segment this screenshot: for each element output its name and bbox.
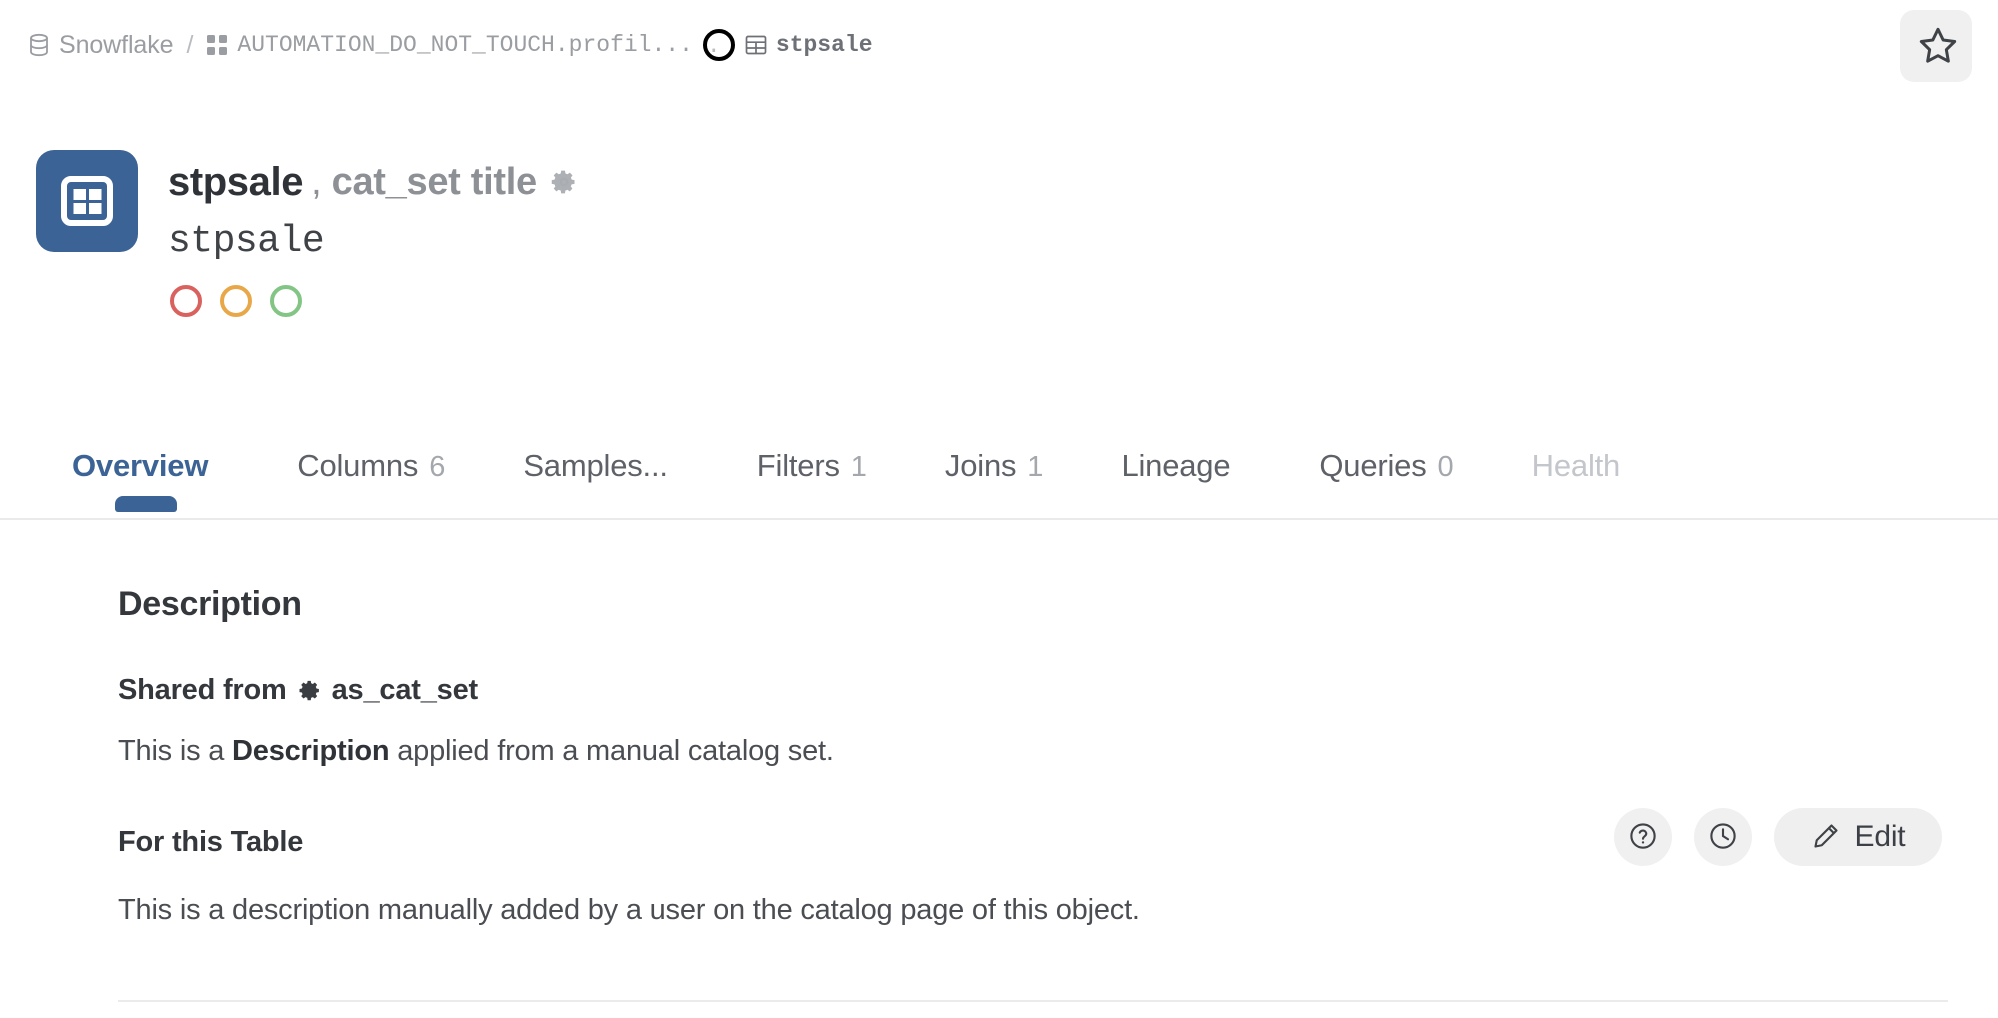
schema-grid-icon [206,34,228,56]
catalog-object-page: Snowflake / AUTOMATION_DO_NOT_TOUCH.prof… [0,0,1998,1018]
tab-overview[interactable]: Overview [72,430,219,512]
edit-button[interactable]: Edit [1774,808,1942,866]
tab-overview-label: Overview [72,448,209,483]
for-this-table-text: This is a description manually added by … [118,894,1140,926]
object-alias: cat_set title [331,160,538,203]
tab-samples[interactable]: Samples... [523,430,678,484]
tab-bar: Overview Columns 6 Samples... Filters 1 … [0,430,1998,520]
object-header: stpsale , cat_set title stpsale [36,150,578,317]
tab-columns-label: Columns [297,448,419,483]
object-type-icon [36,150,138,252]
pencil-icon [1811,821,1841,854]
breadcrumb-item-table[interactable]: stpsale [745,32,873,58]
question-circle-icon [1628,821,1658,854]
breadcrumb-separator: / [186,30,194,59]
shared-description-text: This is a Description applied from a man… [118,735,1998,768]
history-button[interactable] [1694,808,1752,866]
tab-columns-count: 6 [429,451,446,483]
tab-joins[interactable]: Joins 1 [945,430,1044,484]
tab-lineage-label: Lineage [1121,448,1231,483]
edit-button-label: Edit [1854,820,1906,853]
object-qualified-name: stpsale [168,220,325,263]
status-dots [170,285,578,317]
active-tab-indicator [114,496,177,512]
object-title: stpsale [168,159,304,204]
tab-health[interactable]: Health [1532,430,1631,484]
shared-text-part-2: applied from a manual catalog set. [389,735,834,767]
breadcrumb-label-table: stpsale [775,32,873,58]
tab-queries-label: Queries [1319,448,1427,483]
tab-filters-label: Filters [756,448,840,483]
section-divider [118,1000,1948,1002]
tab-filters-count: 1 [850,451,867,483]
description-actions: Edit [1614,808,1942,866]
shared-text-bold: Description [232,735,390,767]
favorite-button[interactable] [1900,10,1972,82]
tab-queries[interactable]: Queries 0 [1319,430,1453,484]
gear-icon [297,678,322,703]
help-button[interactable] [1614,808,1672,866]
tab-joins-label: Joins [944,448,1017,483]
star-icon [1914,25,1958,68]
tab-filters[interactable]: Filters 1 [757,430,867,484]
tab-samples-label: Samples... [523,448,668,483]
tab-columns[interactable]: Columns 6 [297,430,445,484]
breadcrumb-separator-dot: . [702,29,735,61]
breadcrumb-item-source[interactable]: Snowflake [28,30,174,60]
breadcrumb: Snowflake / AUTOMATION_DO_NOT_TOUCH.prof… [28,10,1972,82]
shared-from-source: as_cat_set [331,674,479,706]
tab-queries-count: 0 [1437,451,1454,483]
tab-joins-count: 1 [1027,451,1044,483]
for-this-table-title: For this Table [118,825,304,858]
status-dot-amber[interactable] [220,285,252,317]
breadcrumb-label-source: Snowflake [59,30,174,59]
tab-lineage[interactable]: Lineage [1121,430,1241,484]
shared-from-heading: Shared from as_cat_set [118,674,1998,707]
for-this-table-row: For this Table Edit [0,768,1998,866]
breadcrumb-label-schema: AUTOMATION_DO_NOT_TOUCH.profil... [237,32,693,58]
tab-health-label: Health [1531,448,1621,483]
gear-icon[interactable] [550,168,578,196]
overview-panel: Description Shared from as_cat_set This … [0,520,1998,927]
status-dot-green[interactable] [270,285,302,317]
database-icon [28,33,50,57]
title-comma: , [311,160,322,203]
table-icon [745,34,767,56]
breadcrumb-item-schema[interactable]: AUTOMATION_DO_NOT_TOUCH.profil... [206,32,693,58]
shared-text-part-1: This is a [118,735,233,767]
page-title: stpsale , cat_set title [168,158,578,206]
clock-icon [1708,821,1738,854]
status-dot-red[interactable] [170,285,202,317]
description-section-title: Description [118,585,302,623]
shared-from-prefix: Shared from [118,674,287,706]
